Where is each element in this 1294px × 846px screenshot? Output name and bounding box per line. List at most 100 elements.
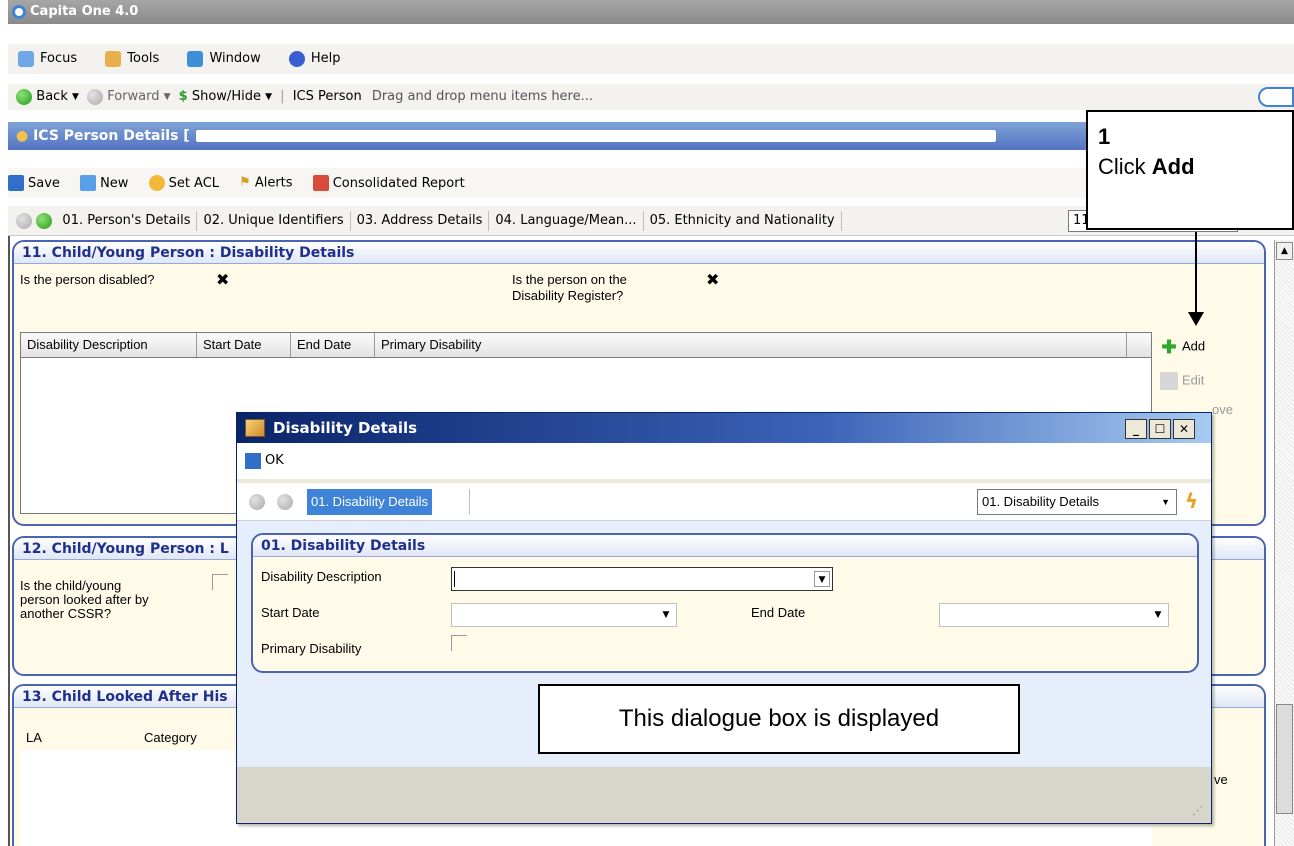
back-dropdown-icon[interactable]: ▼: [72, 92, 79, 102]
text-cursor: [454, 571, 455, 587]
chevron-down-icon[interactable]: ▼: [1150, 607, 1166, 623]
register-question-label-line2: Disability Register?: [512, 288, 624, 303]
new-document-icon: [80, 175, 97, 191]
tab-address-details[interactable]: 03. Address Details: [351, 210, 490, 231]
set-acl-button[interactable]: Set ACL: [148, 169, 219, 199]
consolidated-report-button[interactable]: Consolidated Report: [312, 169, 465, 199]
end-date-label: End Date: [751, 605, 806, 620]
end-date-picker[interactable]: ▼: [939, 603, 1169, 627]
scroll-thumb[interactable]: [1276, 704, 1293, 814]
vertical-scrollbar[interactable]: ▲: [1274, 240, 1294, 846]
remove-button[interactable]: ove: [1212, 402, 1233, 417]
step-instruction: Click Add: [1098, 154, 1195, 179]
column-la[interactable]: LA: [26, 726, 42, 750]
flag-icon: ⚑: [239, 175, 251, 190]
back-button[interactable]: Back: [36, 89, 68, 104]
register-checkbox[interactable]: ✖: [706, 270, 719, 289]
dialog-title-bar[interactable]: Disability Details _ ☐ ✕: [237, 413, 1211, 443]
tab-persons-details[interactable]: 01. Person's Details: [56, 210, 198, 231]
report-icon: [312, 175, 329, 191]
step-number: 1: [1098, 124, 1111, 149]
column-disability-description[interactable]: Disability Description: [21, 333, 197, 357]
menu-help[interactable]: Help: [288, 44, 341, 74]
tab-prev-icon[interactable]: [16, 212, 33, 229]
forward-button[interactable]: Forward: [107, 89, 159, 104]
save-button[interactable]: Save: [8, 169, 60, 199]
chevron-down-icon[interactable]: ▼: [658, 607, 674, 623]
showhide-icon: $: [178, 89, 188, 104]
showhide-button[interactable]: Show/Hide: [192, 89, 261, 104]
dialog-title: Disability Details: [273, 419, 418, 437]
dialog-tab-prev-icon[interactable]: [249, 494, 265, 510]
person-icon: ●: [16, 128, 29, 144]
dialog-icon: [245, 419, 265, 437]
person-details-title: ICS Person Details [: [33, 128, 190, 144]
tools-icon: [105, 50, 122, 67]
dialog-tab-next-icon[interactable]: [277, 494, 293, 510]
menu-window[interactable]: Window: [187, 44, 261, 74]
tab-unique-identifiers[interactable]: 02. Unique Identifiers: [197, 210, 351, 231]
app-left-border: [8, 236, 10, 846]
minimize-icon[interactable]: _: [1125, 419, 1147, 439]
disabled-question-label: Is the person disabled?: [20, 272, 155, 287]
remove-button-partial[interactable]: ve: [1214, 772, 1228, 787]
looked-after-question-line1: Is the child/young: [20, 578, 122, 593]
chevron-down-icon[interactable]: ▼: [814, 571, 830, 587]
looked-after-checkbox[interactable]: [212, 574, 228, 590]
disabled-checkbox[interactable]: ✖: [216, 270, 229, 289]
dialog-panel-title: 01. Disability Details: [253, 535, 1197, 557]
callout-arrow-line: [1195, 232, 1197, 316]
redacted-person-info: [195, 130, 996, 142]
history-grid-header: LA Category: [20, 726, 260, 750]
save-icon: [8, 175, 24, 191]
dialog-toolbar: OK: [237, 443, 1211, 479]
showhide-dropdown-icon[interactable]: ▼: [265, 92, 272, 102]
lightning-icon[interactable]: ϟ: [1185, 489, 1198, 513]
menu-bar: Focus Tools Window Help: [8, 44, 1294, 74]
resize-grip-icon[interactable]: ⋰: [1192, 804, 1203, 817]
column-start-date[interactable]: Start Date: [197, 333, 291, 357]
dialog-tab-strip: 01. Disability Details 01. Disability De…: [237, 483, 1211, 521]
tab-ethnicity-nationality[interactable]: 05. Ethnicity and Nationality: [644, 210, 842, 231]
scroll-up-icon[interactable]: ▲: [1276, 242, 1293, 260]
looked-after-question-line3: another CSSR?: [20, 606, 112, 621]
new-button[interactable]: New: [80, 169, 128, 199]
ics-person-link[interactable]: ICS Person: [293, 89, 362, 104]
app-title-bar: Capita One 4.0: [8, 0, 1294, 24]
dialog-section-select[interactable]: 01. Disability Details ▼: [977, 489, 1177, 515]
tab-language[interactable]: 04. Language/Mean...: [489, 210, 644, 231]
search-icon[interactable]: [1258, 87, 1294, 107]
add-button[interactable]: ✚ Add: [1160, 338, 1205, 356]
maximize-icon[interactable]: ☐: [1149, 419, 1171, 439]
back-icon[interactable]: [16, 89, 33, 105]
column-primary-disability[interactable]: Primary Disability: [375, 333, 1127, 357]
disability-description-select[interactable]: ▼: [451, 567, 833, 591]
chevron-down-icon[interactable]: ▼: [1161, 490, 1170, 514]
dialog-explanation-callout: This dialogue box is displayed: [538, 684, 1020, 754]
primary-disability-label: Primary Disability: [261, 641, 362, 656]
tab-divider: [469, 489, 470, 515]
start-date-picker[interactable]: ▼: [451, 603, 677, 627]
dialog-disability-panel: 01. Disability Details Disability Descri…: [251, 533, 1199, 673]
forward-icon[interactable]: [87, 89, 104, 105]
tab-next-icon[interactable]: [36, 212, 53, 229]
disability-description-label: Disability Description: [261, 569, 382, 584]
drag-hint: Drag and drop menu items here...: [371, 89, 594, 104]
alerts-button[interactable]: ⚑ Alerts: [239, 168, 292, 199]
column-category[interactable]: Category: [144, 726, 197, 750]
forward-dropdown-icon[interactable]: ▼: [164, 92, 171, 102]
menu-tools[interactable]: Tools: [105, 44, 159, 74]
primary-disability-checkbox[interactable]: [451, 635, 467, 651]
dialog-tab-disability-details[interactable]: 01. Disability Details: [307, 489, 433, 515]
focus-icon: [18, 50, 34, 67]
app-logo-icon: [12, 4, 26, 19]
column-end-date[interactable]: End Date: [291, 333, 375, 357]
callout-arrow-head: [1188, 312, 1204, 326]
ok-button[interactable]: OK: [245, 452, 284, 469]
edit-button[interactable]: Edit: [1160, 372, 1204, 390]
help-icon: [288, 50, 305, 67]
looked-after-question-line2: person looked after by: [20, 592, 149, 607]
menu-focus[interactable]: Focus: [18, 44, 77, 74]
plus-icon: ✚: [1161, 337, 1177, 357]
close-icon[interactable]: ✕: [1173, 419, 1195, 439]
